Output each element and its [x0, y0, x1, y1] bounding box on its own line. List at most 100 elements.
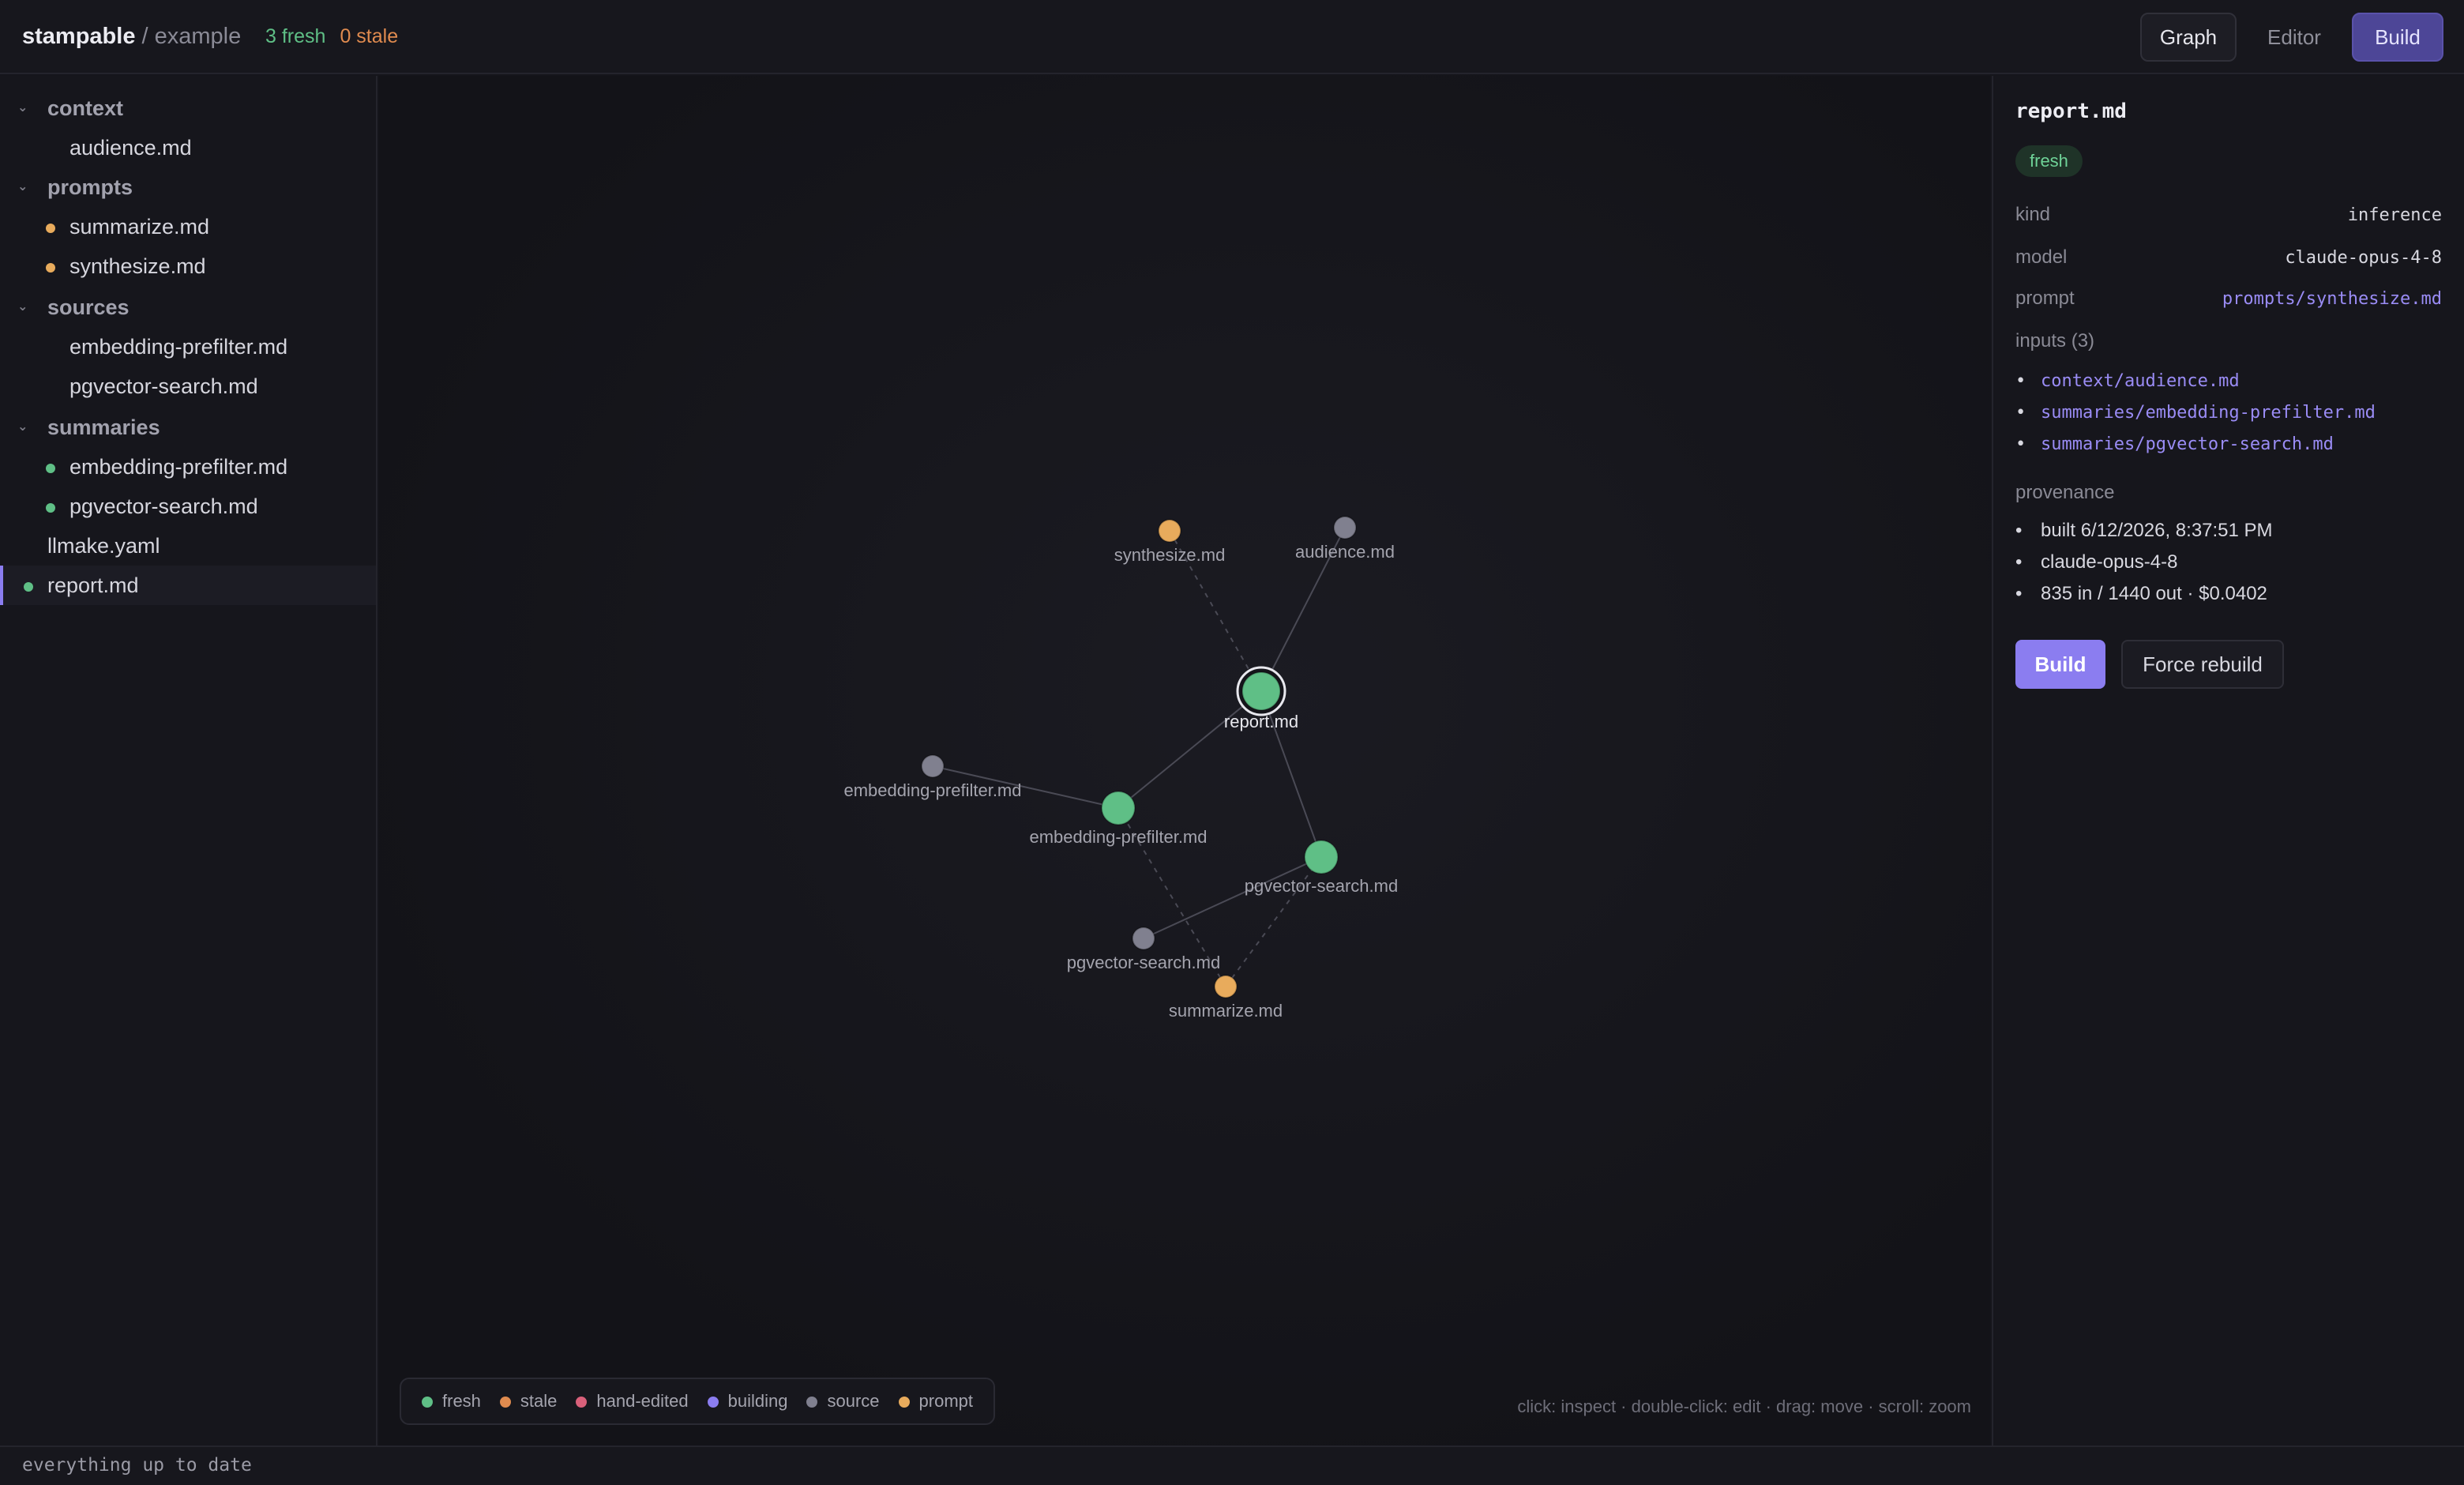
- status-dot-icon: [46, 263, 55, 273]
- legend-label: prompt: [918, 1391, 973, 1411]
- graph-legend: fresh stale hand-edited building source promp…: [400, 1378, 995, 1425]
- file-tree-sidebar: ⌄ context audience.md ⌄ prompts summarize.md s…: [0, 76, 377, 1446]
- file-item[interactable]: audience.md: [0, 128, 376, 167]
- kind-value: inference: [2347, 205, 2442, 225]
- status-dot-icon: [46, 464, 55, 473]
- stale-count: 0 stale: [340, 25, 399, 47]
- tab-graph[interactable]: Graph: [2140, 13, 2237, 62]
- legend-label: source: [827, 1391, 880, 1411]
- status-dot-icon: [46, 503, 55, 513]
- graph-node-src-pgvector[interactable]: pgvector-search.md: [1067, 927, 1220, 972]
- folder-context[interactable]: ⌄ context: [0, 88, 376, 128]
- graph-node-synthesize[interactable]: synthesize.md: [1114, 519, 1226, 565]
- legend-label: fresh: [442, 1391, 481, 1411]
- file-item[interactable]: synthesize.md: [0, 246, 376, 286]
- fresh-count: 3 fresh: [265, 25, 326, 47]
- status-bar: everything up to date: [0, 1446, 2464, 1485]
- file-item[interactable]: embedding-prefilter.md: [0, 327, 376, 367]
- inspector-title: report.md: [2015, 100, 2127, 123]
- provenance-heading: provenance: [2015, 482, 2115, 503]
- file-item[interactable]: embedding-prefilter.md: [0, 447, 376, 487]
- force-rebuild-button[interactable]: Force rebuild: [2121, 640, 2284, 689]
- input-link[interactable]: summaries/pgvector-search.md: [2015, 434, 2334, 454]
- folder-label: summaries: [47, 415, 160, 439]
- model-label: model: [2015, 246, 2068, 268]
- top-bar: stampable / example 3 fresh 0 stale Graph…: [0, 0, 2464, 74]
- file-item[interactable]: llmake.yaml: [0, 526, 376, 566]
- status-message: everything up to date: [22, 1455, 252, 1476]
- graph-edge: [1143, 856, 1322, 939]
- graph-node-report[interactable]: report.md: [1224, 666, 1298, 731]
- project-breadcrumb: stampable / example: [22, 22, 241, 51]
- graph-node-label: pgvector-search.md: [1067, 953, 1220, 972]
- folder-sources[interactable]: ⌄ sources: [0, 288, 376, 327]
- status-dot-icon: [24, 582, 33, 592]
- graph-node-circle[interactable]: [1241, 671, 1281, 711]
- file-label: llmake.yaml: [47, 534, 160, 558]
- graph-edges: [932, 527, 1346, 987]
- graph-node-circle[interactable]: [1214, 975, 1238, 998]
- chevron-down-icon: ⌄: [17, 300, 28, 314]
- build-button[interactable]: Build: [2015, 640, 2105, 689]
- graph-nodes: synthesize.md audience.md report.md embeddi…: [843, 516, 1398, 1021]
- legend-swatch-icon: [806, 1397, 818, 1408]
- graph-node-label: report.md: [1224, 712, 1298, 731]
- graph-node-circle[interactable]: [1132, 927, 1155, 950]
- chevron-down-icon: ⌄: [17, 420, 28, 434]
- model-value: claude-opus-4-8: [2285, 248, 2442, 268]
- interaction-hint: click: inspect · double-click: edit · dr…: [1517, 1397, 1971, 1416]
- file-item[interactable]: summarize.md: [0, 207, 376, 246]
- graph-node-src-embedding[interactable]: embedding-prefilter.md: [843, 754, 1022, 800]
- legend-item: prompt: [898, 1379, 973, 1423]
- legend-label: hand-edited: [596, 1391, 689, 1411]
- input-link[interactable]: summaries/embedding-prefilter.md: [2015, 403, 2376, 423]
- legend-item: building: [707, 1379, 788, 1423]
- graph-node-circle[interactable]: [921, 754, 945, 778]
- graph-node-circle[interactable]: [1101, 791, 1136, 825]
- graph-node-circle[interactable]: [1304, 840, 1339, 874]
- folder-prompts[interactable]: ⌄ prompts: [0, 167, 376, 207]
- chevron-down-icon: ⌄: [17, 101, 28, 115]
- inspector-panel: report.md fresh kind inference model cla…: [1992, 76, 2464, 1446]
- graph-node-audience[interactable]: audience.md: [1295, 516, 1395, 562]
- legend-item: fresh: [422, 1379, 481, 1423]
- legend-item: stale: [499, 1379, 558, 1423]
- legend-label: stale: [520, 1391, 558, 1411]
- status-counts: 3 fresh 0 stale: [265, 24, 398, 49]
- graph-node-label: summarize.md: [1169, 1001, 1283, 1021]
- kind-label: kind: [2015, 204, 2051, 225]
- file-label: embedding-prefilter.md: [69, 455, 288, 479]
- folder-summaries[interactable]: ⌄ summaries: [0, 408, 376, 447]
- folder-label: context: [47, 96, 124, 120]
- file-item[interactable]: report.md: [0, 566, 376, 605]
- file-label: audience.md: [69, 136, 192, 160]
- tab-editor[interactable]: Editor: [2248, 13, 2341, 62]
- status-dot-icon: [46, 224, 55, 233]
- input-link[interactable]: context/audience.md: [2015, 371, 2240, 391]
- file-label: pgvector-search.md: [69, 374, 258, 398]
- graph-node-summarize[interactable]: summarize.md: [1169, 975, 1283, 1021]
- build-all-button[interactable]: Build: [2352, 13, 2443, 62]
- provenance-item: built 6/12/2026, 8:37:51 PM: [2015, 520, 2273, 542]
- graph-canvas[interactable]: synthesize.md audience.md report.md embeddi…: [379, 76, 1990, 1446]
- graph-node-circle[interactable]: [1158, 519, 1181, 543]
- file-label: summarize.md: [69, 215, 210, 239]
- graph-node-label: embedding-prefilter.md: [843, 780, 1021, 800]
- folder-label: sources: [47, 295, 130, 319]
- dependency-graph[interactable]: synthesize.md audience.md report.md embeddi…: [379, 76, 1990, 1446]
- graph-node-circle[interactable]: [1333, 516, 1357, 539]
- legend-label: building: [727, 1391, 788, 1411]
- workspace-name: example: [154, 24, 242, 49]
- provenance-item: claude-opus-4-8: [2015, 551, 2177, 573]
- legend-swatch-icon: [422, 1397, 433, 1408]
- file-item[interactable]: pgvector-search.md: [0, 367, 376, 406]
- graph-node-sum-pgvector[interactable]: pgvector-search.md: [1245, 840, 1398, 896]
- legend-swatch-icon: [499, 1397, 511, 1408]
- graph-node-label: pgvector-search.md: [1245, 876, 1398, 896]
- file-item[interactable]: pgvector-search.md: [0, 487, 376, 526]
- graph-node-label: embedding-prefilter.md: [1029, 827, 1207, 847]
- file-label: synthesize.md: [69, 254, 206, 278]
- prompt-link[interactable]: prompts/synthesize.md: [2222, 289, 2442, 309]
- inputs-heading: inputs (3): [2015, 330, 2095, 352]
- graph-node-sum-embedding[interactable]: embedding-prefilter.md: [1029, 791, 1208, 847]
